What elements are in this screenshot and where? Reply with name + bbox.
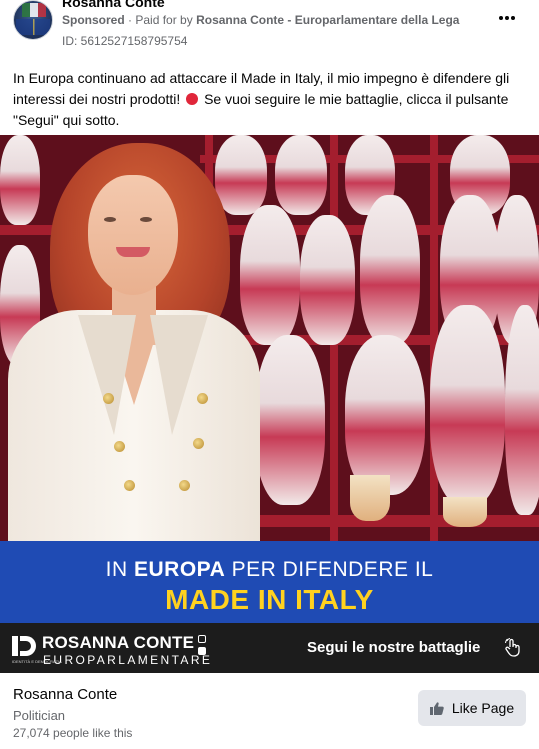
post-text: In Europa continuano ad attaccare il Mad… (13, 68, 523, 131)
brand-subtitle: EUROPARLAMENTARE (43, 653, 213, 667)
red-circle-icon (186, 93, 199, 105)
headline-line1: IN EUROPA PER DIFENDERE IL (105, 558, 434, 581)
sponsored-label: Sponsored (62, 13, 125, 27)
more-horizontal-icon[interactable] (493, 7, 521, 27)
like-page-label: Like Page (451, 700, 515, 716)
facebook-icon (198, 647, 206, 655)
page-category: Politician (13, 708, 66, 723)
avatar-flag-graphic (22, 3, 46, 17)
page-likes-count: 27,074 people like this (13, 726, 133, 740)
avatar-eu-graphic (16, 19, 50, 35)
author-name[interactable]: Rosanna Conte (62, 0, 165, 10)
separator: · (128, 13, 133, 27)
id-logo-icon (12, 636, 38, 660)
thumbs-up-icon (429, 701, 444, 715)
ad-id: ID: 5612527158795754 (62, 34, 188, 48)
ad-creative[interactable]: IN EUROPA PER DIFENDERE IL MADE IN ITALY… (0, 135, 539, 673)
cta-text: Segui le nostre battaglie (307, 639, 481, 656)
page-avatar[interactable] (13, 0, 53, 40)
instagram-icon (198, 635, 206, 643)
portrait (0, 135, 270, 541)
post-header: Rosanna Conte Sponsored · Paid for by Ro… (0, 0, 539, 56)
ad-photo (0, 135, 539, 541)
like-page-button[interactable]: Like Page (418, 690, 526, 726)
headline-line2: MADE IN ITALY (165, 584, 374, 615)
page-name[interactable]: Rosanna Conte (13, 686, 117, 703)
paid-for-by[interactable]: Rosanna Conte - Europarlamentare della L… (196, 13, 459, 27)
paid-for-prefix: Paid for by (135, 13, 193, 27)
ad-footer: Rosanna Conte Politician 27,074 people l… (0, 673, 539, 749)
hand-tap-icon (505, 638, 520, 657)
brand-band: IDENTITÀ E DEMOCRAZIA ROSANNA CONTE EURO… (0, 623, 539, 673)
sponsored-line: Sponsored · Paid for by Rosanna Conte - … (62, 13, 459, 27)
brand-name: ROSANNA CONTE (42, 633, 195, 652)
headline-band: IN EUROPA PER DIFENDERE IL MADE IN ITALY (0, 541, 539, 623)
